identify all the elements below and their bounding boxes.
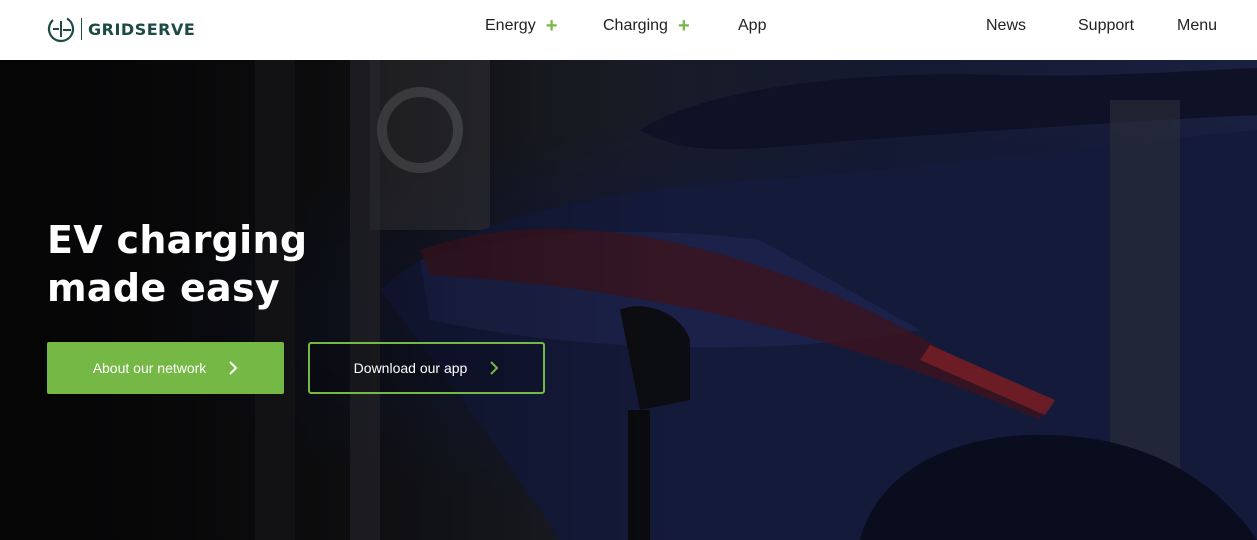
- about-network-button[interactable]: About our network: [47, 342, 284, 394]
- chevron-right-icon: [490, 361, 499, 375]
- download-app-label: Download our app: [353, 360, 468, 376]
- hero-section: EV charging made easy About our network …: [0, 60, 1257, 540]
- logo-divider: [81, 18, 82, 40]
- nav-menu[interactable]: Menu: [1177, 17, 1217, 35]
- nav-app[interactable]: App: [738, 17, 766, 35]
- plus-icon: +: [545, 15, 558, 37]
- logo-wordmark: GRIDSERVE: [88, 19, 196, 39]
- nav-news[interactable]: News: [986, 17, 1026, 35]
- gridserve-logo-icon: [47, 15, 75, 43]
- gridserve-logo[interactable]: GRIDSERVE: [47, 14, 195, 44]
- hero-heading: EV charging made easy: [47, 218, 308, 310]
- nav-charging-label: Charging: [603, 17, 668, 34]
- nav-support-label: Support: [1078, 17, 1135, 34]
- nav-charging[interactable]: Charging +: [603, 15, 690, 37]
- nav-energy-label: Energy: [485, 17, 536, 34]
- nav-menu-label: Menu: [1177, 17, 1218, 34]
- site-header: GRIDSERVE Energy + Charging + App News S…: [0, 0, 1257, 60]
- nav-app-label: App: [738, 17, 767, 34]
- nav-energy[interactable]: Energy +: [485, 15, 558, 37]
- plus-icon: +: [677, 15, 690, 37]
- about-network-label: About our network: [92, 360, 207, 376]
- chevron-right-icon: [229, 361, 238, 375]
- nav-support[interactable]: Support: [1078, 17, 1134, 35]
- nav-news-label: News: [986, 17, 1027, 34]
- download-app-button[interactable]: Download our app: [308, 342, 545, 394]
